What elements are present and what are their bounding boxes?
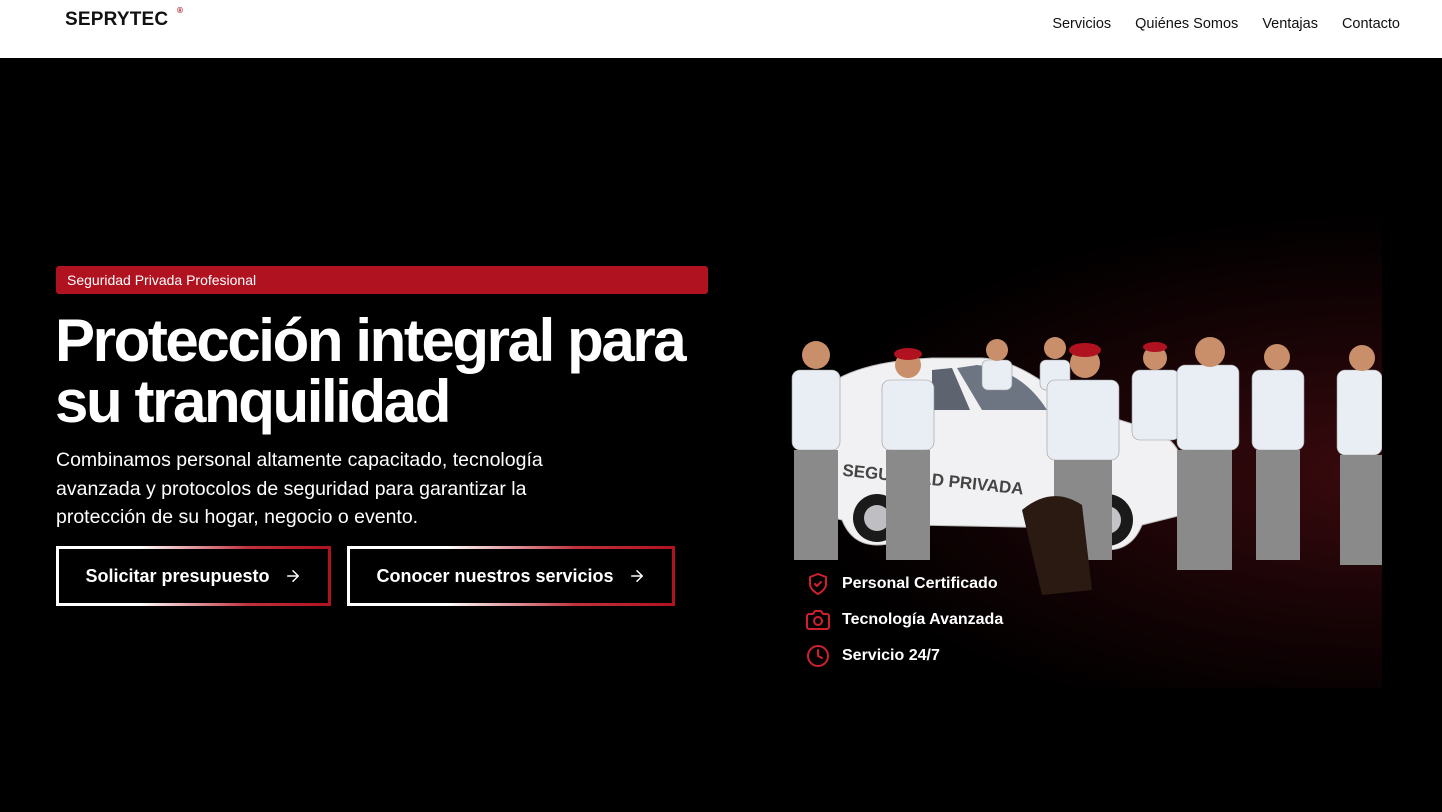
feature-label: Personal Certificado [842,575,998,592]
feature-item: Tecnología Avanzada [806,602,1003,638]
top-navigation-bar: SEPRYTEC ® Servicios Quiénes Somos Venta… [0,0,1442,58]
hero-subtitle: Combinamos personal altamente capacitado… [56,449,543,528]
nav-link-servicios[interactable]: Servicios [1052,16,1111,32]
hero-headline: Protección integral para su tranquilidad [55,307,687,435]
nav-link-quienes-somos[interactable]: Quiénes Somos [1135,16,1238,32]
arrow-right-icon [630,570,643,582]
feature-item: Personal Certificado [806,566,1003,602]
clock-icon [807,645,829,667]
hero-badge: Seguridad Privada Profesional [56,266,708,294]
feature-list: Personal Certificado Tecnología Avanzada… [806,566,1003,674]
request-quote-label: Solicitar presupuesto [85,565,270,586]
hero-section: Seguridad Privada Profesional Protección… [0,58,1442,812]
camera-icon [806,610,830,630]
logo[interactable]: SEPRYTEC ® [65,6,183,31]
view-services-button[interactable]: Conocer nuestros servicios [347,546,675,606]
registered-mark: ® [177,6,184,15]
nav-link-contacto[interactable]: Contacto [1342,16,1400,32]
nav-link-ventajas[interactable]: Ventajas [1262,16,1318,32]
feature-label: Servicio 24/7 [842,647,940,664]
arrow-right-icon [286,570,299,582]
logo-text: SEPRYTEC [65,9,169,30]
request-quote-button[interactable]: Solicitar presupuesto [56,546,331,606]
feature-item: Servicio 24/7 [806,638,1003,674]
feature-label: Tecnología Avanzada [842,611,1004,628]
view-services-label: Conocer nuestros servicios [376,565,614,586]
main-nav: Servicios Quiénes Somos Ventajas Contact… [1052,16,1400,32]
shield-check-icon [809,573,827,595]
